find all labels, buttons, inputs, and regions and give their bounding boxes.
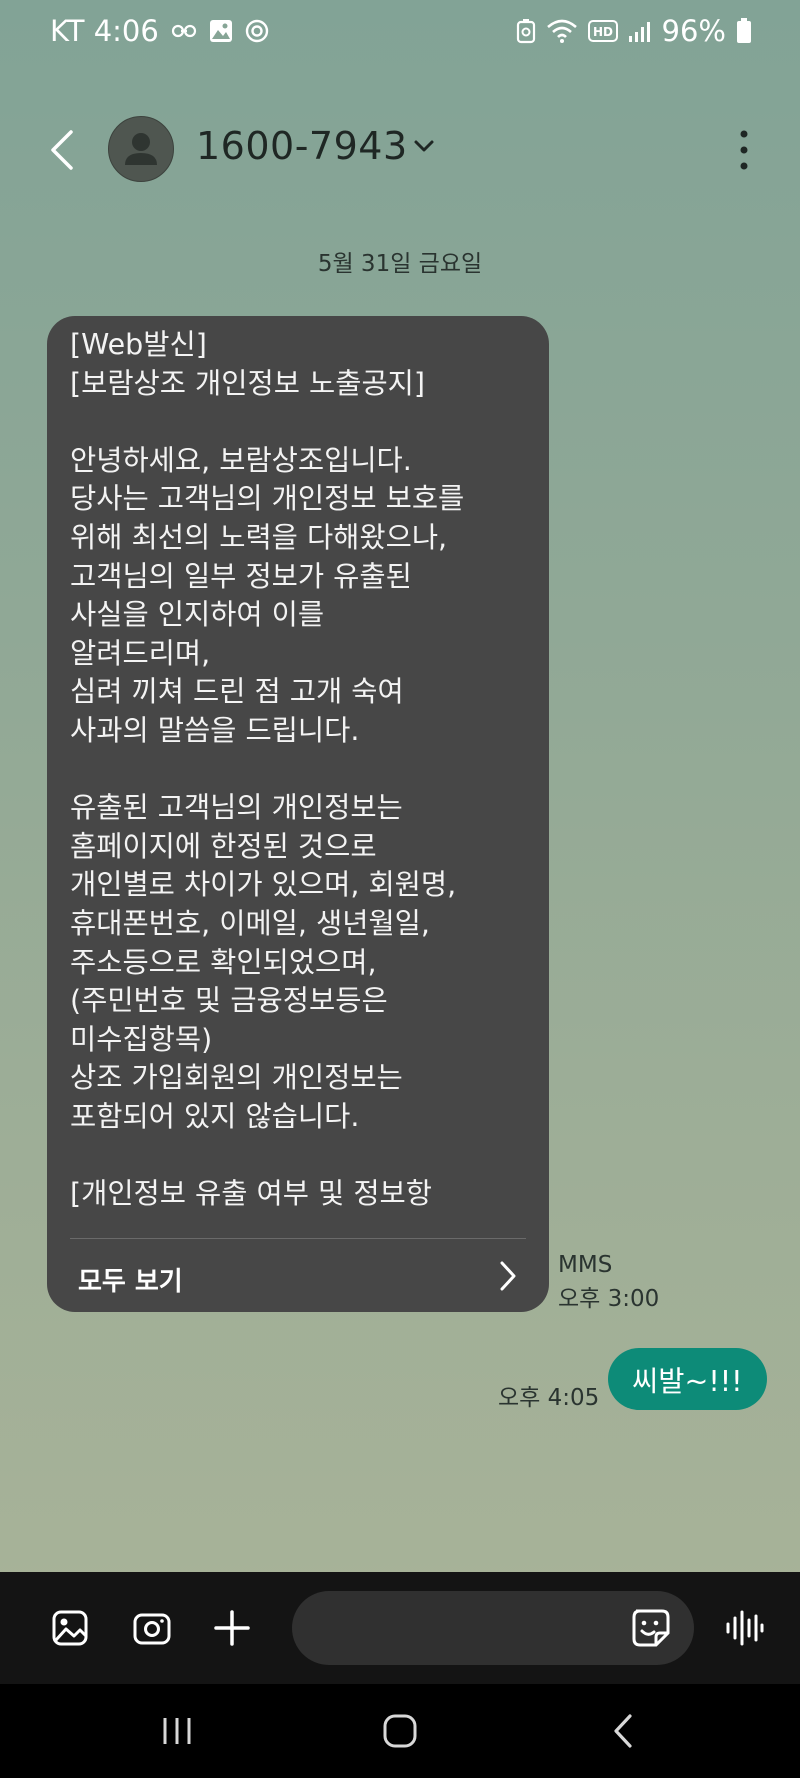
home-icon <box>383 1714 417 1748</box>
view-all-label: 모두 보기 <box>78 1267 183 1297</box>
hd-icon: HD <box>587 20 618 42</box>
sticker-icon <box>632 1609 670 1647</box>
avatar[interactable] <box>108 116 174 182</box>
plus-icon <box>214 1610 250 1646</box>
back-button[interactable] <box>40 122 84 178</box>
camera-icon <box>133 1613 171 1645</box>
message-type: MMS <box>558 1252 613 1278</box>
svg-text:HD: HD <box>593 25 613 39</box>
incoming-message-meta: MMS 오후 3:00 <box>558 1248 659 1316</box>
system-navigation-bar <box>0 1684 800 1778</box>
contact-name[interactable]: 1600-7943 <box>196 124 408 168</box>
outgoing-message-text: 씨발~!!! <box>632 1364 743 1398</box>
add-attachment-button[interactable] <box>206 1602 258 1654</box>
date-separator: 5월 31일 금요일 <box>317 251 483 277</box>
voice-record-button[interactable] <box>718 1602 770 1654</box>
compose-bar <box>0 1572 800 1684</box>
more-options-button[interactable] <box>734 128 754 172</box>
voice-icon <box>726 1610 764 1646</box>
status-left: KT 4:06 <box>50 14 269 48</box>
home-button[interactable] <box>370 1706 430 1756</box>
status-right: HD 96% <box>516 14 752 48</box>
outgoing-message-bubble[interactable]: 씨발~!!! <box>608 1348 767 1410</box>
nav-back-button[interactable] <box>594 1706 654 1756</box>
recent-apps-button[interactable] <box>147 1706 207 1756</box>
contact-dropdown[interactable] <box>410 132 438 160</box>
avatar-icon <box>125 133 157 165</box>
carrier-time: KT 4:06 <box>50 14 159 48</box>
battery-percent: 96% <box>661 14 726 48</box>
battery-icon <box>736 18 752 44</box>
nav-back-icon <box>614 1714 632 1748</box>
gallery-icon <box>52 1610 88 1646</box>
signal-icon <box>628 20 652 42</box>
incoming-message-bubble[interactable]: [Web발신] [보람상조 개인정보 노출공지] 안녕하세요, 보람상조입니다.… <box>47 316 549 1312</box>
conversation-header: 1600-7943 <box>0 100 800 200</box>
sticker-button[interactable] <box>628 1605 674 1651</box>
recent-apps-icon <box>163 1718 191 1744</box>
target-icon <box>245 19 269 43</box>
recycle-icon <box>516 18 536 44</box>
chevron-down-icon <box>414 140 434 152</box>
message-input-container[interactable] <box>292 1591 694 1665</box>
back-icon <box>51 130 73 170</box>
chain-icon <box>171 23 197 39</box>
image-icon <box>209 19 233 43</box>
wifi-icon <box>546 18 578 44</box>
message-input[interactable] <box>316 1609 620 1649</box>
view-all-button[interactable]: 모두 보기 <box>47 1239 549 1312</box>
camera-button[interactable] <box>126 1602 178 1654</box>
more-vert-icon <box>740 130 748 170</box>
chevron-right-icon <box>500 1261 516 1291</box>
incoming-message-text: [Web발신] [보람상조 개인정보 노출공지] 안녕하세요, 보람상조입니다.… <box>70 328 465 1211</box>
incoming-message-time: 오후 3:00 <box>558 1286 660 1312</box>
outgoing-message-time: 오후 4:05 <box>498 1385 600 1411</box>
status-bar: KT 4:06 HD 96% <box>0 0 800 70</box>
gallery-button[interactable] <box>44 1602 96 1654</box>
